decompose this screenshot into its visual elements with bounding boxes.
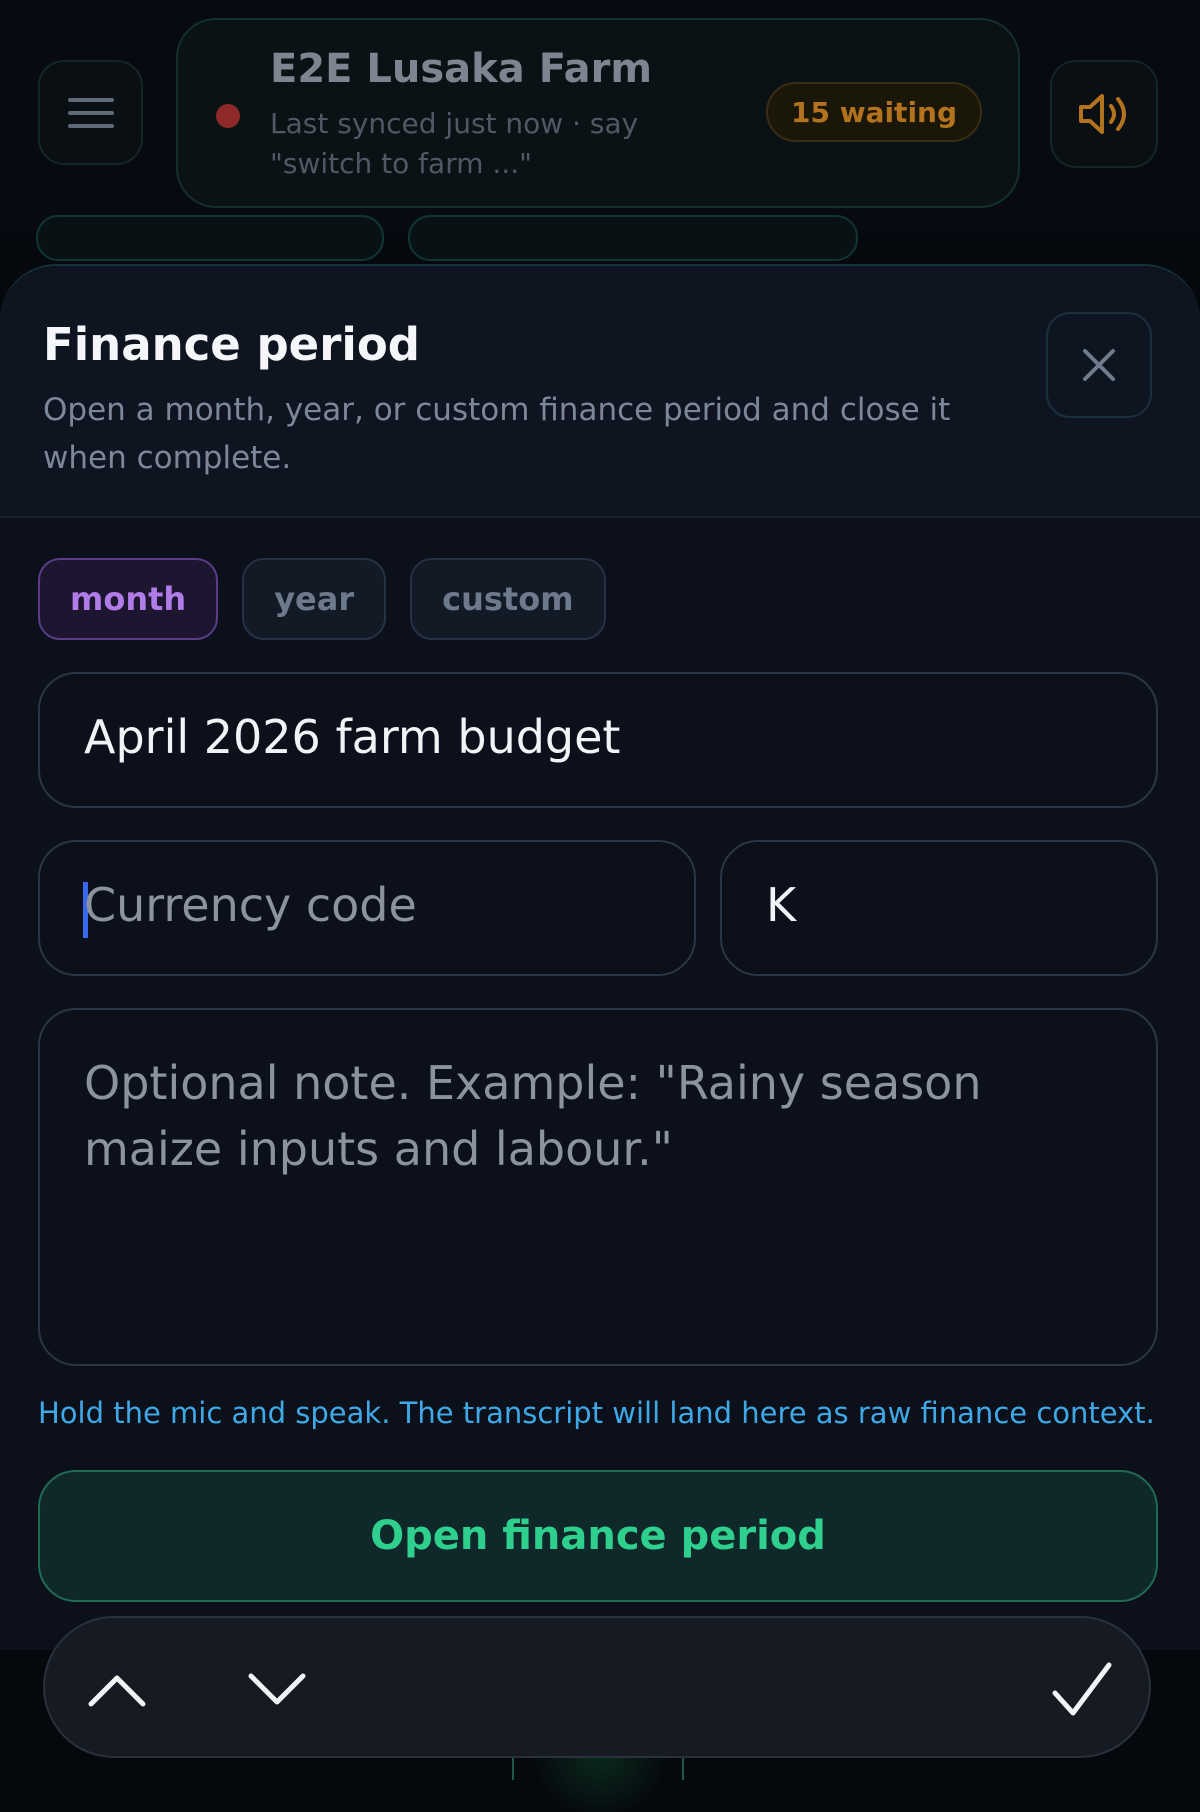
sync-status-text: Last synced just now · say "switch to fa… bbox=[270, 107, 639, 180]
period-type-selector: month year custom bbox=[38, 558, 606, 640]
close-icon bbox=[1083, 349, 1115, 381]
currency-code-input[interactable]: Currency code bbox=[38, 840, 696, 976]
note-textarea[interactable]: Optional note. Example: "Rainy season ma… bbox=[38, 1008, 1158, 1366]
menu-icon bbox=[67, 89, 114, 137]
currency-code-placeholder: Currency code bbox=[84, 878, 417, 932]
waiting-count-badge[interactable]: 15 waiting bbox=[766, 82, 982, 142]
sheet-header: Finance period Open a month, year, or cu… bbox=[0, 266, 1200, 518]
farm-switcher-card[interactable]: E2E Lusaka Farm Last synced just now · s… bbox=[176, 18, 1020, 208]
chevron-up-icon bbox=[88, 1675, 146, 1707]
period-name-input[interactable]: April 2026 farm budget bbox=[38, 672, 1158, 808]
top-bar: E2E Lusaka Farm Last synced just now · s… bbox=[0, 0, 1200, 234]
checkmark-icon bbox=[1052, 1662, 1112, 1716]
open-finance-period-button[interactable]: Open finance period bbox=[38, 1470, 1158, 1602]
period-name-value: April 2026 farm budget bbox=[84, 710, 621, 764]
next-field-button[interactable] bbox=[245, 1658, 309, 1722]
note-placeholder: Optional note. Example: "Rainy season ma… bbox=[84, 1056, 982, 1176]
currency-symbol-value: K bbox=[766, 878, 797, 932]
period-type-month[interactable]: month bbox=[38, 558, 219, 640]
period-type-year[interactable]: year bbox=[242, 558, 387, 640]
currency-symbol-input[interactable]: K bbox=[720, 840, 1158, 976]
previous-field-button[interactable] bbox=[85, 1658, 149, 1722]
farm-name: E2E Lusaka Farm bbox=[270, 46, 653, 92]
speaker-icon bbox=[1079, 94, 1126, 134]
keyboard-accessory-bar bbox=[43, 1616, 1151, 1758]
menu-button[interactable] bbox=[38, 60, 143, 165]
sound-button[interactable] bbox=[1050, 60, 1158, 168]
chevron-down-icon bbox=[248, 1673, 306, 1705]
mic-hint: Hold the mic and speak. The transcript w… bbox=[38, 1396, 1155, 1430]
background-chip bbox=[408, 215, 858, 261]
background-chip bbox=[36, 215, 384, 261]
period-type-custom[interactable]: custom bbox=[410, 558, 606, 640]
sync-status-dot bbox=[216, 104, 240, 128]
close-button[interactable] bbox=[1046, 312, 1152, 418]
finance-period-sheet: Finance period Open a month, year, or cu… bbox=[0, 264, 1200, 1650]
sheet-description: Open a month, year, or custom finance pe… bbox=[43, 392, 951, 476]
sheet-title: Finance period bbox=[43, 318, 420, 371]
done-button[interactable] bbox=[1050, 1658, 1114, 1722]
